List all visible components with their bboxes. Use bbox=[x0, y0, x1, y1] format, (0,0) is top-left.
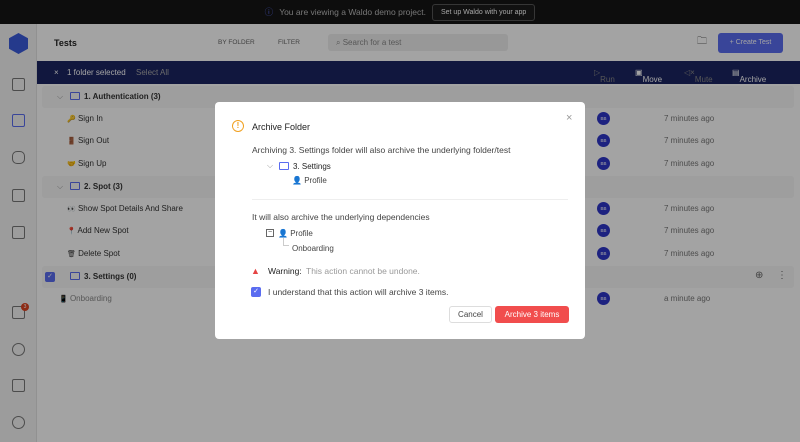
folder-node: 3. Settings bbox=[279, 162, 331, 171]
collapse-icon[interactable]: − bbox=[266, 229, 274, 237]
deps-intro: It will also archive the underlying depe… bbox=[252, 212, 430, 222]
chevron-down-icon[interactable]: ⌵ bbox=[267, 161, 273, 171]
warning-circle-icon: ! bbox=[232, 120, 244, 132]
dep-child: Onboarding bbox=[292, 244, 334, 253]
dep-node: 👤 Profile bbox=[278, 229, 313, 238]
warning-text: This action cannot be undone. bbox=[306, 266, 420, 276]
dialog-title: Archive Folder bbox=[252, 122, 311, 132]
archive-folder-dialog: ! Archive Folder × Archiving 3. Settings… bbox=[215, 102, 585, 339]
archive-items-button[interactable]: Archive 3 items bbox=[495, 306, 569, 323]
warning-triangle-icon: ▲ bbox=[251, 266, 260, 276]
divider bbox=[252, 199, 568, 200]
close-icon[interactable]: × bbox=[566, 112, 572, 124]
confirm-checkbox[interactable]: ✓ bbox=[251, 287, 261, 297]
folder-icon bbox=[279, 162, 289, 170]
tree-connector bbox=[283, 238, 289, 246]
folder-child: 👤 Profile bbox=[292, 176, 327, 185]
warning-label: Warning: bbox=[268, 266, 302, 276]
confirm-label: I understand that this action will archi… bbox=[268, 287, 449, 297]
cancel-button[interactable]: Cancel bbox=[449, 306, 492, 323]
archive-intro: Archiving 3. Settings folder will also a… bbox=[252, 145, 511, 155]
